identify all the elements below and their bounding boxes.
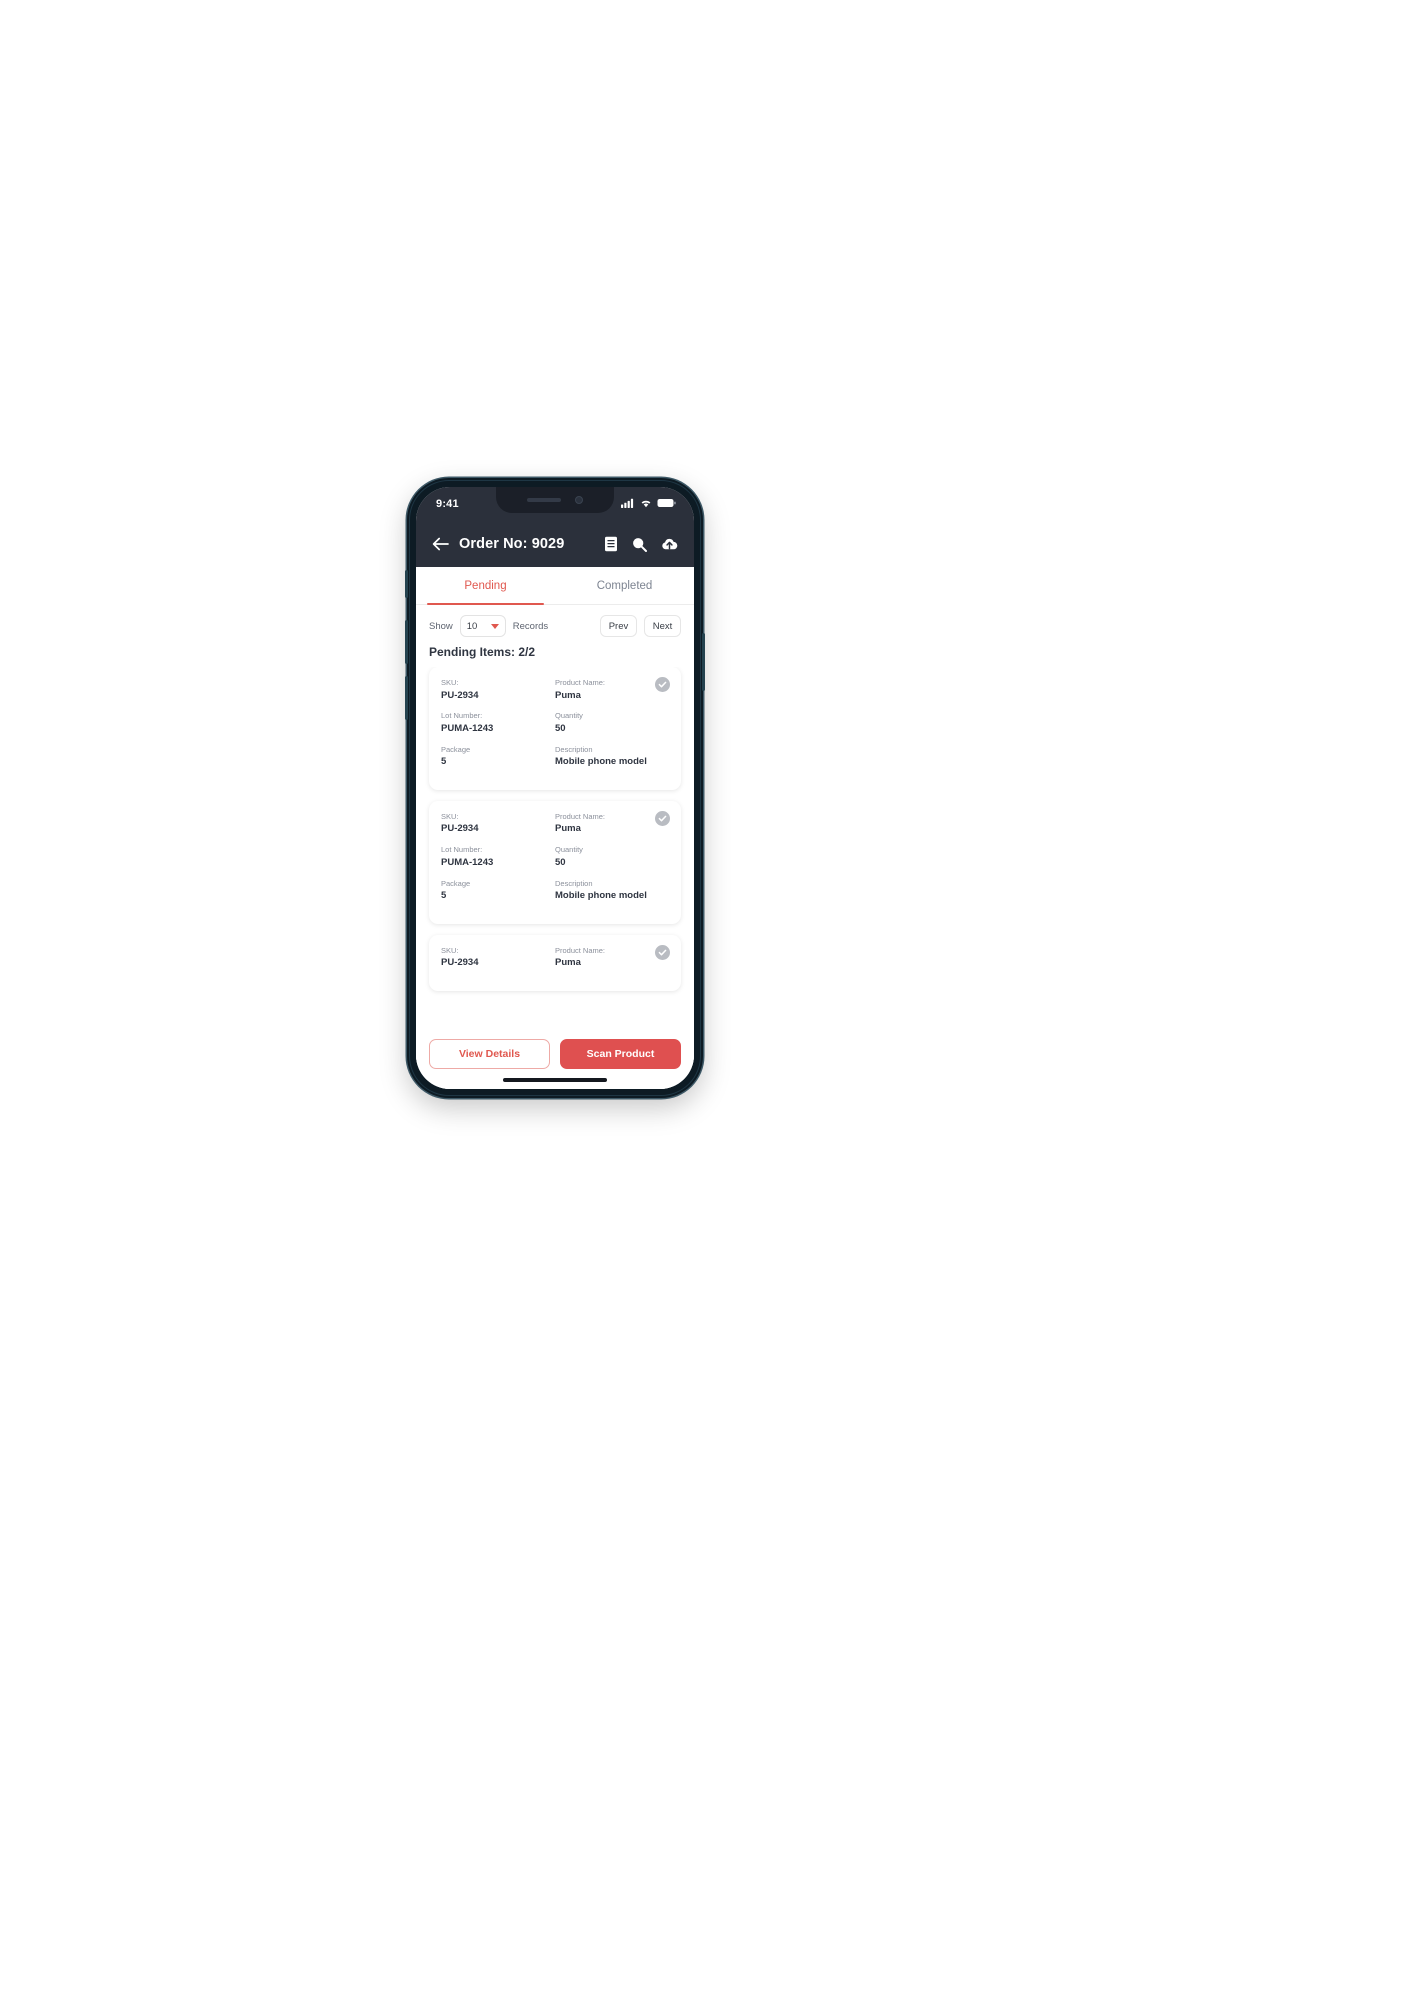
power-button[interactable] [702,633,705,691]
field-label: Package [441,744,471,754]
front-camera-icon [575,496,583,504]
field-value: Mobile phone model [555,890,647,902]
card-row: SKU: PU-2934 Product Name: Puma [441,678,669,702]
card-field: Product Name: Puma [555,946,669,970]
tab-pending[interactable]: Pending [416,567,555,605]
earpiece-speaker [527,498,561,502]
card-row: SKU: PU-2934 Product Name: Puma [441,812,669,836]
silent-switch-button[interactable] [405,570,408,598]
card-field: Product Name: Puma [555,678,669,702]
field-value: 50 [555,722,566,734]
card-row: Lot Number: PUMA-1243 Quantity 50 [441,711,669,735]
records-label: Records [512,620,549,632]
page-title: Order No: 9029 [459,536,565,552]
records-select-value: 10 [466,620,478,632]
field-label: Description [555,744,593,754]
field-value: PU-2934 [441,957,479,969]
card-field: Lot Number: PUMA-1243 [441,711,555,735]
prev-button[interactable]: Prev [600,615,637,637]
card-field: Lot Number: PUMA-1243 [441,845,555,869]
field-value: PUMA-1243 [441,722,494,734]
back-arrow-icon[interactable] [432,537,449,551]
tab-bar: Pending Completed [416,567,694,605]
app-bar-actions [604,536,678,552]
field-label: Product Name: [555,678,606,687]
field-value: 50 [555,856,566,868]
field-label: Description [555,878,593,888]
scan-product-button[interactable]: Scan Product [560,1039,681,1069]
volume-up-button[interactable] [405,620,408,664]
notch [496,487,614,513]
status-bar-time: 9:41 [436,498,459,510]
phone-frame: 9:41 Order No: 9029 Pending Completed Sh… [405,478,705,1098]
battery-icon [657,495,676,513]
card-field: Product Name: Puma [555,812,669,836]
records-per-page-select[interactable]: 10 [459,615,506,637]
field-value: Puma [555,957,581,969]
card-field: SKU: PU-2934 [441,946,555,970]
section-heading: Pending Items: 2/2 [429,645,536,659]
app-bar: Order No: 9029 [416,521,694,567]
product-card-list[interactable]: SKU: PU-2934 Product Name: Puma Lot Number: P… [416,667,694,1089]
field-label: SKU: [441,678,459,687]
cloud-upload-icon[interactable] [661,537,678,551]
card-row: Lot Number: PUMA-1243 Quantity 50 [441,845,669,869]
check-circle-icon[interactable] [655,944,670,960]
check-circle-icon[interactable] [655,810,670,826]
card-field: Description Mobile phone model [555,879,669,903]
field-label: Quantity [555,845,583,855]
field-value: Mobile phone model [555,756,647,768]
field-label: Lot Number: [441,711,483,721]
field-value: 5 [441,890,447,902]
field-label: Product Name: [555,945,606,955]
product-card[interactable]: SKU: PU-2934 Product Name: Puma Lot Number: P… [429,667,681,790]
card-field: Quantity 50 [555,845,669,869]
home-indicator[interactable] [503,1078,607,1082]
field-label: SKU: [441,945,459,955]
pager: Prev Next [600,615,681,637]
field-label: SKU: [441,811,459,821]
card-field: SKU: PU-2934 [441,678,555,702]
field-label: Product Name: [555,811,606,821]
card-field: SKU: PU-2934 [441,812,555,836]
field-value: 5 [441,756,447,768]
search-icon[interactable] [632,537,647,552]
card-field: Package 5 [441,879,555,903]
next-button[interactable]: Next [644,615,681,637]
check-circle-icon[interactable] [655,677,670,692]
show-label: Show [429,620,453,632]
card-row: SKU: PU-2934 Product Name: Puma [441,946,669,970]
field-value: Puma [555,689,581,701]
field-value: PUMA-1243 [441,856,494,868]
content-sheet: Pending Completed Show 10 Records Prev N… [416,567,694,1089]
view-details-button[interactable]: View Details [429,1039,550,1069]
tab-completed[interactable]: Completed [555,567,694,604]
field-value: Puma [555,823,581,835]
card-row: Package 5 Description Mobile phone model [441,745,669,769]
card-field: Description Mobile phone model [555,745,669,769]
field-label: Quantity [555,711,583,721]
card-row: Package 5 Description Mobile phone model [441,879,669,903]
card-field: Package 5 [441,745,555,769]
field-value: PU-2934 [441,823,479,835]
card-field: Quantity 50 [555,711,669,735]
chevron-down-icon [490,623,499,629]
field-value: PU-2934 [441,689,479,701]
product-card[interactable]: SKU: PU-2934 Product Name: Puma Lot Number: P… [429,800,681,924]
wifi-icon [640,495,652,513]
product-card[interactable]: SKU: PU-2934 Product Name: Puma [429,934,681,992]
pagination-toolbar: Show 10 Records Prev Next [416,605,694,643]
status-bar-icons [621,495,676,513]
field-label: Lot Number: [441,845,483,855]
status-bar: 9:41 [416,487,694,521]
volume-down-button[interactable] [405,676,408,720]
field-label: Package [441,878,471,888]
signal-icon [621,495,635,513]
document-icon[interactable] [604,536,618,552]
phone-screen: 9:41 Order No: 9029 Pending Completed Sh… [416,487,694,1089]
